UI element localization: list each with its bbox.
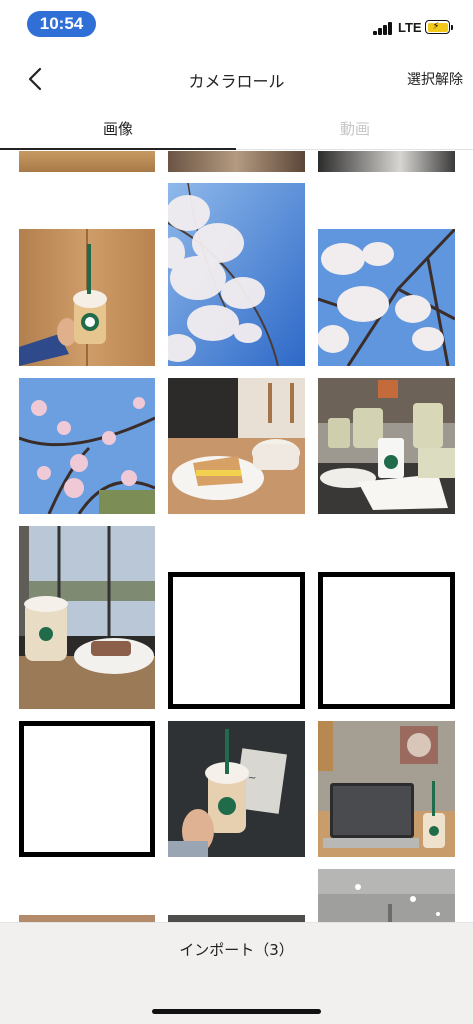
photo-thumbnail-partial-middle[interactable] [168,915,305,922]
photo-thumbnail-wood-strip[interactable] [19,151,155,172]
chevron-left-icon [28,67,42,91]
navigation-bar: カメラロール 選択解除 [0,56,473,102]
battery-icon: ⚡ [425,20,450,34]
status-bar: 10:54 LTE ⚡ [0,0,473,50]
photo-thumbnail-cherry-blossom-sky[interactable] [168,183,305,366]
import-button[interactable]: インポート（3） [0,939,473,960]
back-button[interactable] [24,66,48,92]
media-tabs: 画像 動画 [0,106,473,150]
photo-thumbnail-cafe-interior[interactable] [318,378,455,514]
home-indicator [152,1009,321,1014]
photo-thumbnail-frappuccino-wood-wall[interactable] [19,229,155,366]
active-tab-indicator [0,148,236,150]
network-type: LTE [398,20,422,35]
photo-thumbnail-cherry-blossom-branches[interactable] [318,229,455,366]
photo-grid: 松 本 ~ [0,151,473,922]
page-title: カメラロール [188,72,285,91]
cellular-signal-icon [373,22,395,35]
photo-thumbnail-plum-blossoms[interactable] [19,378,155,514]
import-bar: インポート（3） [0,922,473,1024]
tab-images[interactable]: 画像 [0,106,236,150]
battery-tip [451,25,453,30]
photo-thumbnail-ceiling-lights[interactable] [318,869,455,922]
photo-thumbnail-window-seat-drink[interactable] [19,526,155,709]
photo-thumbnail-drink-on-tray[interactable] [19,721,155,857]
svg-text:本: 本 [188,628,210,653]
photo-thumbnail-cups-strip[interactable] [168,151,305,172]
photo-thumbnail-frappuccino-chalkboard[interactable]: ~ [168,721,305,857]
photo-thumbnail-tray-strip[interactable] [318,151,455,172]
deselect-button[interactable]: 選択解除 [407,69,463,89]
svg-text:~: ~ [248,773,256,784]
svg-text:松: 松 [188,593,210,618]
photo-thumbnail-drink-at-sign[interactable]: 松 本 [168,572,305,709]
photo-thumbnail-partial-left[interactable] [19,915,155,922]
photo-thumbnail-laptop-drink[interactable] [318,721,455,857]
photo-thumbnail-sandwich-latte[interactable] [168,378,305,514]
photo-thumbnail-frappuccino-gray[interactable] [318,572,455,709]
tab-videos[interactable]: 動画 [237,106,473,150]
status-time: 10:54 [27,11,96,37]
